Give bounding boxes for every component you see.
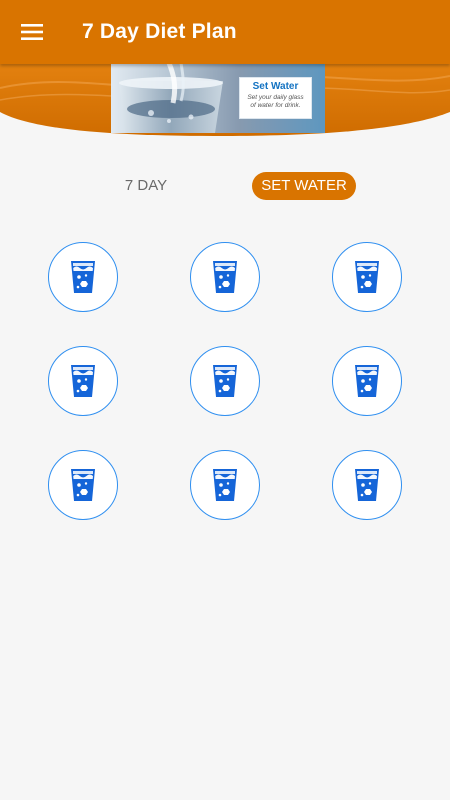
glass-button[interactable] bbox=[332, 242, 402, 312]
water-glass-icon bbox=[212, 468, 238, 502]
app-title: 7 Day Diet Plan bbox=[82, 20, 237, 43]
banner-subtitle: Set your daily glass of water for drink. bbox=[247, 94, 304, 109]
glass-button[interactable] bbox=[190, 242, 260, 312]
water-glass-icon bbox=[212, 364, 238, 398]
water-glass-icon bbox=[354, 364, 380, 398]
tab-7-day[interactable]: 7 DAY bbox=[114, 172, 178, 200]
glass-button[interactable] bbox=[48, 346, 118, 416]
glass-button[interactable] bbox=[332, 450, 402, 520]
tab-set-water[interactable]: SET WATER bbox=[252, 172, 356, 200]
glass-button[interactable] bbox=[190, 450, 260, 520]
hamburger-menu-icon bbox=[21, 23, 43, 41]
water-glass-icon bbox=[70, 364, 96, 398]
water-glass-icon bbox=[212, 260, 238, 294]
glass-button[interactable] bbox=[48, 450, 118, 520]
water-glass-icon bbox=[354, 260, 380, 294]
glass-button[interactable] bbox=[332, 346, 402, 416]
banner-card: Set Water Set your daily glass of water … bbox=[239, 77, 312, 119]
app-bar: 7 Day Diet Plan bbox=[0, 0, 450, 64]
water-glass-icon bbox=[70, 468, 96, 502]
glass-button[interactable] bbox=[48, 242, 118, 312]
set-water-banner: Set Water Set your daily glass of water … bbox=[111, 63, 325, 133]
water-glass-icon bbox=[354, 468, 380, 502]
banner-title: Set Water bbox=[252, 81, 299, 92]
glass-button[interactable] bbox=[190, 346, 260, 416]
water-glass-icon bbox=[70, 260, 96, 294]
menu-button[interactable] bbox=[0, 0, 64, 64]
